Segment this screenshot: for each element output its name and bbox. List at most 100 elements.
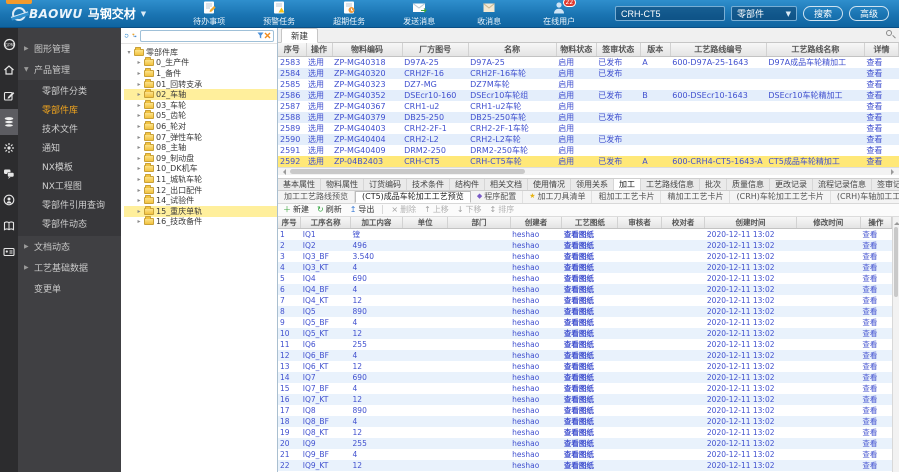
tree-item-5[interactable]: ▸ 05_齿轮 xyxy=(124,110,277,122)
rail-item-book-icon[interactable] xyxy=(0,213,18,239)
table-row[interactable]: 14 IQ7 690 heshao 查看图纸 2020-12-11 13:02 查看 xyxy=(278,372,892,383)
scroll-right-icon[interactable] xyxy=(891,168,897,175)
table-row[interactable]: 10 IQ5_KT 12 heshao 查看图纸 2020-12-11 13:02 查看 xyxy=(278,328,892,339)
process-cell[interactable]: heshao xyxy=(510,328,562,339)
chevron-right-icon[interactable]: ▸ xyxy=(136,165,142,172)
tree-item-13[interactable]: ▸ 14_试验件 xyxy=(124,195,277,206)
parts-cell[interactable]: 2585 xyxy=(278,79,306,90)
chevron-right-icon[interactable]: ▸ xyxy=(136,102,142,109)
parts-cell[interactable]: 600-DSEcr10-1643 xyxy=(670,90,766,101)
process-cell[interactable]: heshao xyxy=(510,306,562,317)
process-cell[interactable]: 12 xyxy=(351,460,403,471)
process-cell[interactable]: 2020-12-11 13:02 xyxy=(705,251,796,262)
parts-cell[interactable]: CRH1-u2车轮 xyxy=(468,101,556,112)
tree-item-7[interactable]: ▸ 07_弹性车轮 xyxy=(124,131,277,143)
parts-cell[interactable]: CRH1-u2 xyxy=(402,101,468,112)
parts-cell[interactable]: 选用 xyxy=(306,90,332,101)
process-cell[interactable]: 查看 xyxy=(860,394,891,405)
table-row[interactable]: 9 IQ5_BF 4 heshao 查看图纸 2020-12-11 13:02 查看 xyxy=(278,317,892,328)
process-cell[interactable]: heshao xyxy=(510,273,562,284)
process-cell[interactable]: 12 xyxy=(351,394,403,405)
process-cell[interactable]: 查看 xyxy=(860,317,891,328)
process-tab-5[interactable]: 精加工工艺卡片 xyxy=(661,190,731,203)
process-cell[interactable]: 16 xyxy=(278,394,301,405)
process-cell[interactable]: 12 xyxy=(351,427,403,438)
parts-cell[interactable]: 选用 xyxy=(306,134,332,145)
tab-3[interactable]: 技术条件 xyxy=(407,178,450,190)
process-cell[interactable]: 9 xyxy=(278,317,301,328)
parts-cell[interactable]: ZP-MG40379 xyxy=(332,112,402,123)
parts-cell[interactable]: 2586 xyxy=(278,90,306,101)
parts-cell[interactable]: CRH2F-16 xyxy=(402,68,468,79)
parts-cell[interactable]: ZP-MG40409 xyxy=(332,145,402,156)
table-row[interactable]: 2589 选用 ZP-MG40403 CRH2-2F-1 CRH2-2F-1车轮 启用 查看 xyxy=(278,123,899,134)
process-cell[interactable]: IQ6_KT xyxy=(301,361,351,372)
process-cell[interactable]: IQ4_KT xyxy=(301,295,351,306)
parts-cell[interactable]: 查看 xyxy=(864,56,898,68)
process-cell[interactable]: 496 xyxy=(351,240,403,251)
table-row[interactable]: 15 IQ7_BF 4 heshao 查看图纸 2020-12-11 13:02 查看 xyxy=(278,383,892,394)
process-cell[interactable]: 4 xyxy=(278,262,301,273)
parts-cell[interactable]: 查看 xyxy=(864,123,898,134)
parts-cell[interactable]: 选用 xyxy=(306,145,332,156)
process-cell[interactable]: heshao xyxy=(510,460,562,471)
parts-cell[interactable]: 查看 xyxy=(864,112,898,123)
process-tab-6[interactable]: (CRH)车轮加工工艺卡片 xyxy=(730,190,831,203)
brand[interactable]: BAOWU 马钢交材 ▼ xyxy=(12,5,146,22)
process-cell[interactable]: 2020-12-11 13:02 xyxy=(705,438,796,449)
process-cell[interactable]: IQ1 xyxy=(301,229,351,241)
process-cell[interactable]: 2020-12-11 13:02 xyxy=(705,460,796,471)
parts-cell[interactable]: 2591 xyxy=(278,145,306,156)
tab-14[interactable]: 签审记录查询 xyxy=(872,179,899,190)
process-cell[interactable]: 查看 xyxy=(860,251,891,262)
search-input[interactable] xyxy=(614,6,725,21)
process-cell[interactable]: heshao xyxy=(510,394,562,405)
rail-item-gpm-logo-icon[interactable]: GPM xyxy=(0,31,18,57)
process-cell[interactable]: IQ7 xyxy=(301,372,351,383)
process-cell[interactable]: 查看图纸 xyxy=(562,361,618,372)
chevron-right-icon[interactable]: ▸ xyxy=(136,144,142,151)
table-row[interactable]: 1 IQ1 镗 heshao 查看图纸 2020-12-11 13:02 查看 xyxy=(278,229,892,241)
process-cell[interactable]: 查看图纸 xyxy=(562,339,618,350)
table-row[interactable]: 2583 选用 ZP-MG40318 D97A-25 D97A-25 启用 已发布 A 600-… xyxy=(278,56,899,68)
process-cell[interactable]: 查看 xyxy=(860,438,891,449)
tree-item-3[interactable]: ▸ 02_车轴 xyxy=(124,89,277,100)
sidebar-section-0[interactable]: ▶ 图形管理 xyxy=(18,38,121,59)
quick-action-overdue[interactable]: 超期任务 xyxy=(326,1,372,26)
chevron-right-icon[interactable]: ▸ xyxy=(136,187,142,194)
process-cell[interactable]: 14 xyxy=(278,372,301,383)
parts-cell[interactable]: ZP-MG40404 xyxy=(332,134,402,145)
scroll-left-icon[interactable] xyxy=(280,168,286,175)
process-cell[interactable]: heshao xyxy=(510,427,562,438)
quick-action-todo[interactable]: 待办事项 xyxy=(186,1,232,26)
process-cell[interactable]: heshao xyxy=(510,405,562,416)
process-cell[interactable]: 查看 xyxy=(860,449,891,460)
process-cell[interactable]: 2020-12-11 13:02 xyxy=(705,284,796,295)
tree-item-4[interactable]: ▸ 03_车轮 xyxy=(124,99,277,111)
tree-item-8[interactable]: ▸ 08_主轴 xyxy=(124,142,277,153)
parts-cell[interactable]: DRM2-250 xyxy=(402,145,468,156)
chevron-right-icon[interactable]: ▸ xyxy=(136,59,142,66)
process-cell[interactable]: 查看图纸 xyxy=(562,317,618,328)
parts-cell[interactable]: 2587 xyxy=(278,101,306,112)
tree-root[interactable]: ▾ 零部件库 xyxy=(124,46,277,58)
process-cell[interactable]: 690 xyxy=(351,273,403,284)
process-cell[interactable]: 3 xyxy=(278,251,301,262)
process-tab-1[interactable]: (CT5)成品车轮加工工艺预览 xyxy=(355,190,471,203)
process-cell[interactable]: 4 xyxy=(351,449,403,460)
parts-cell[interactable]: 选用 xyxy=(306,156,332,167)
parts-cell[interactable]: DSEcr10车轮精加工 xyxy=(766,90,864,101)
process-cell[interactable]: 查看 xyxy=(860,306,891,317)
parts-cell[interactable]: DSEcr10车轮组 xyxy=(468,90,556,101)
process-cell[interactable]: 890 xyxy=(351,306,403,317)
sidebar-section-4[interactable]: 变更单 xyxy=(18,278,121,299)
process-cell[interactable]: 5 xyxy=(278,273,301,284)
process-cell[interactable]: 查看 xyxy=(860,284,891,295)
process-cell[interactable]: 2020-12-11 13:02 xyxy=(705,372,796,383)
table-row[interactable]: 19 IQ8_KT 12 heshao 查看图纸 2020-12-11 13:02 查看 xyxy=(278,427,892,438)
sidebar-item-1[interactable]: 零部件库 xyxy=(18,100,121,119)
parts-cell[interactable]: DB25-250车轮 xyxy=(468,112,556,123)
process-cell[interactable]: 2020-12-11 13:02 xyxy=(705,361,796,372)
process-cell[interactable]: heshao xyxy=(510,449,562,460)
process-cell[interactable]: heshao xyxy=(510,372,562,383)
